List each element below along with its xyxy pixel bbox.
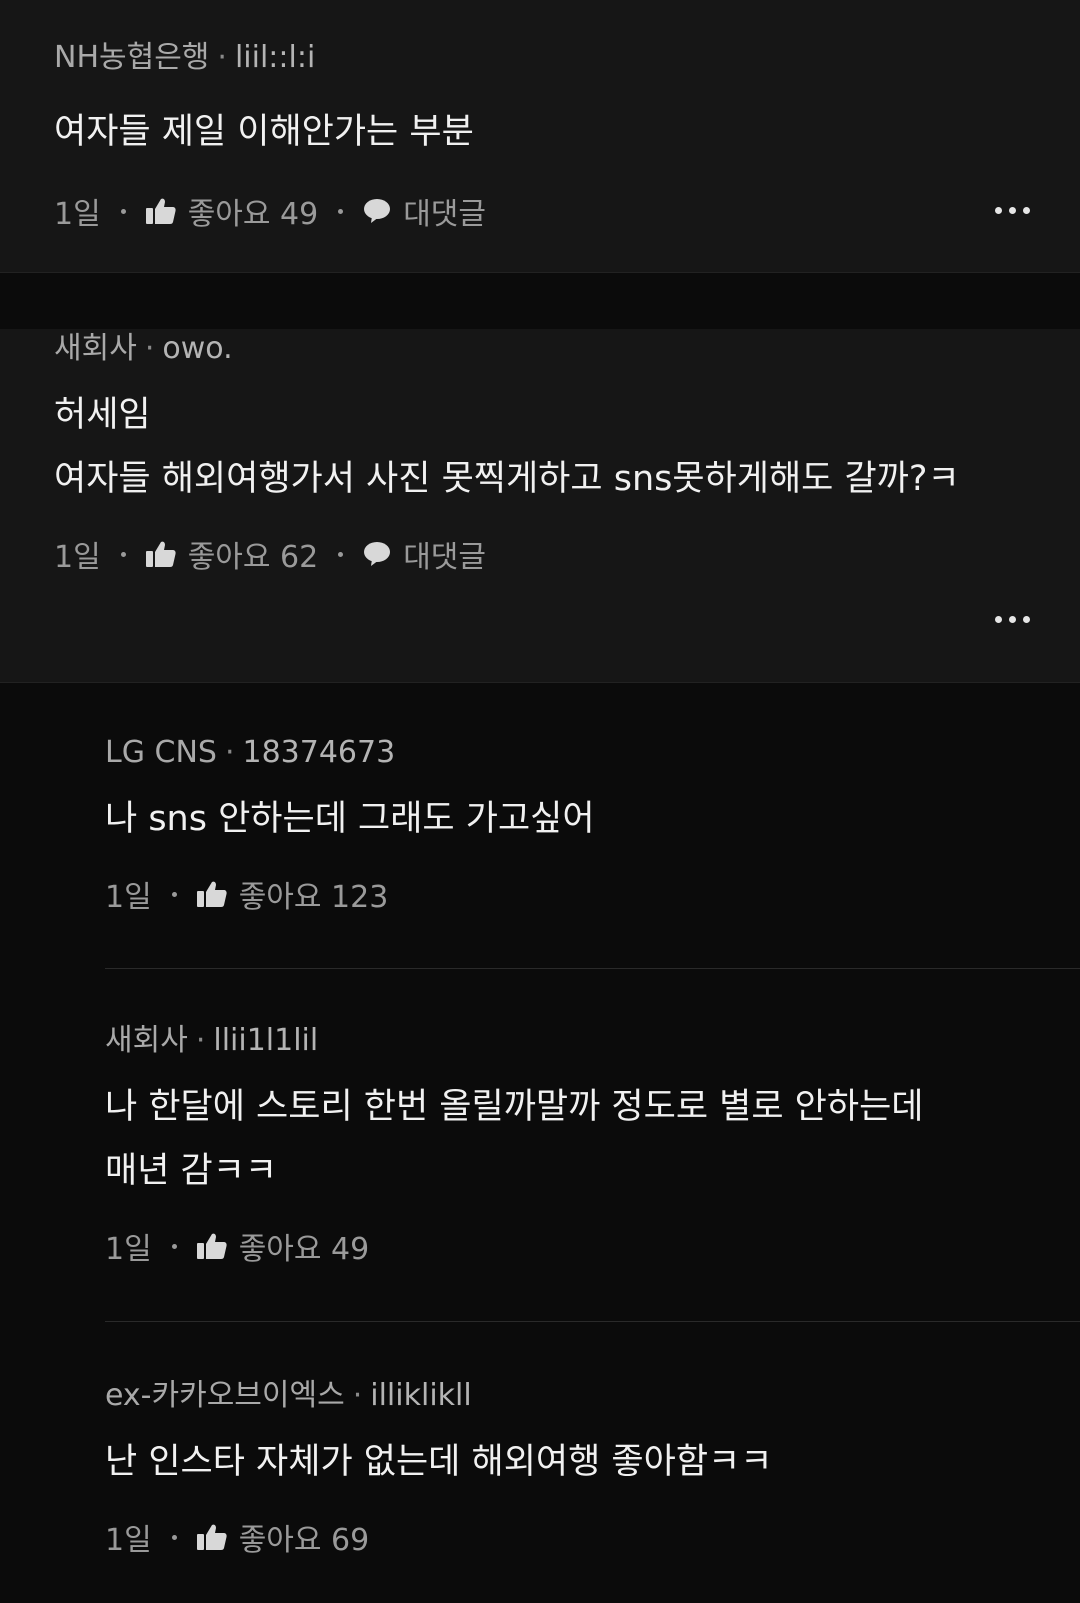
thumbs-up-icon bbox=[196, 1232, 227, 1260]
reply-author[interactable]: 새회사 · llii1l1lil bbox=[105, 1021, 1080, 1061]
reply-line: 나 한달에 스토리 한번 올릴까말까 정도로 별로 안하는데 bbox=[105, 1087, 924, 1127]
action-separator bbox=[171, 1243, 177, 1249]
reply-item: 새회사 · llii1l1lil 나 한달에 스토리 한번 올릴까말까 정도로 별로… bbox=[105, 969, 1080, 1322]
more-options-icon[interactable] bbox=[995, 200, 1030, 220]
comment-actions: 1일 좋아요 62 대댓글 bbox=[54, 533, 1026, 575]
comment-line: 허세임 bbox=[54, 395, 151, 435]
reply-author[interactable]: LG CNS · 18374673 bbox=[105, 733, 1080, 773]
author-nickname: 18374673 bbox=[242, 735, 396, 770]
reply-actions: 1일 좋아요 49 bbox=[105, 1225, 1080, 1267]
reply-item: LG CNS · 18374673 나 sns 안하는데 그래도 가고싶어 1일 좋… bbox=[105, 683, 1080, 969]
reply-time: 1일 bbox=[105, 1523, 152, 1558]
comment-author[interactable]: NH농협은행 · liil::l:i bbox=[54, 38, 1026, 78]
comment-time: 1일 bbox=[54, 540, 101, 575]
author-company: NH농협은행 bbox=[54, 40, 210, 75]
action-separator bbox=[120, 208, 126, 214]
reply-author[interactable]: ex-카카오브이엑스 · illiklikll bbox=[105, 1376, 1080, 1416]
comment-item: NH농협은행 · liil::l:i 여자들 제일 이해안가는 부분 1일 좋아요 … bbox=[0, 0, 1080, 273]
thumbs-up-icon bbox=[145, 540, 176, 568]
author-company: 새회사 bbox=[105, 1023, 188, 1058]
thumbs-up-icon bbox=[145, 197, 176, 225]
reply-button[interactable]: 대댓글 bbox=[363, 532, 486, 576]
author-nickname: illiklikll bbox=[370, 1378, 472, 1413]
reply-time: 1일 bbox=[105, 880, 152, 915]
meta-separator: · bbox=[144, 331, 155, 366]
reply-body: 나 sns 안하는데 그래도 가고싶어 bbox=[105, 787, 1080, 851]
reply-actions: 1일 좋아요 123 bbox=[105, 873, 1080, 915]
author-nickname: llii1l1lil bbox=[213, 1023, 319, 1058]
comment-actions: 1일 좋아요 49 대댓글 bbox=[54, 190, 1026, 232]
comment-body: 허세임 여자들 해외여행가서 사진 못찍게하고 sns못하게해도 갈까?ㅋ bbox=[54, 383, 1026, 511]
reply-body: 난 인스타 자체가 없는데 해외여행 좋아함ㅋㅋ bbox=[105, 1430, 1080, 1494]
meta-separator: · bbox=[352, 1378, 363, 1413]
more-options-icon[interactable] bbox=[995, 609, 1030, 629]
like-button[interactable]: 좋아요 49 bbox=[145, 189, 319, 233]
author-company: LG CNS bbox=[105, 735, 217, 770]
reply-body: 나 한달에 스토리 한번 올릴까말까 정도로 별로 안하는데 매년 감ㅋㅋ bbox=[105, 1075, 1080, 1203]
comment-line: 여자들 해외여행가서 사진 못찍게하고 sns못하게해도 갈까?ㅋ bbox=[54, 459, 960, 499]
action-separator bbox=[171, 1534, 177, 1540]
reply-label: 대댓글 bbox=[403, 540, 487, 575]
comment-line: 여자들 제일 이해안가는 부분 bbox=[54, 112, 474, 152]
like-button[interactable]: 좋아요 49 bbox=[196, 1224, 370, 1268]
reply-label: 대댓글 bbox=[403, 197, 487, 232]
author-company: 새회사 bbox=[54, 331, 137, 366]
reply-line: 나 sns 안하는데 그래도 가고싶어 bbox=[105, 799, 595, 839]
comment-item: 새회사 · owo. 허세임 여자들 해외여행가서 사진 못찍게하고 sns못하게해… bbox=[0, 329, 1080, 683]
like-count: 좋아요 69 bbox=[238, 1523, 370, 1558]
reply-line: 난 인스타 자체가 없는데 해외여행 좋아함ㅋㅋ bbox=[105, 1442, 773, 1482]
reply-time: 1일 bbox=[105, 1232, 152, 1267]
action-separator bbox=[338, 208, 344, 214]
reply-actions: 1일 좋아요 69 bbox=[105, 1516, 1080, 1558]
thumbs-up-icon bbox=[196, 880, 227, 908]
meta-separator: · bbox=[195, 1023, 206, 1058]
comment-author[interactable]: 새회사 · owo. bbox=[54, 329, 1026, 369]
author-nickname: owo. bbox=[162, 331, 233, 366]
like-button[interactable]: 좋아요 123 bbox=[196, 872, 389, 916]
like-count: 좋아요 62 bbox=[187, 540, 319, 575]
reply-button[interactable]: 대댓글 bbox=[363, 189, 486, 233]
author-nickname: liil::l:i bbox=[234, 40, 316, 75]
like-button[interactable]: 좋아요 62 bbox=[145, 532, 319, 576]
comment-body: 여자들 제일 이해안가는 부분 bbox=[54, 100, 1026, 164]
speech-bubble-icon bbox=[363, 198, 391, 224]
action-separator bbox=[120, 551, 126, 557]
like-count: 좋아요 49 bbox=[187, 197, 319, 232]
like-count: 좋아요 49 bbox=[238, 1232, 370, 1267]
action-separator bbox=[338, 551, 344, 557]
reply-line: 매년 감ㅋㅋ bbox=[105, 1151, 278, 1191]
meta-separator: · bbox=[217, 40, 227, 75]
meta-separator: · bbox=[224, 735, 235, 770]
speech-bubble-icon bbox=[363, 541, 391, 567]
like-count: 좋아요 123 bbox=[238, 880, 389, 915]
comment-time: 1일 bbox=[54, 197, 101, 232]
reply-thread: LG CNS · 18374673 나 sns 안하는데 그래도 가고싶어 1일 좋… bbox=[0, 683, 1080, 1603]
author-company: ex-카카오브이엑스 bbox=[105, 1378, 345, 1413]
like-button[interactable]: 좋아요 69 bbox=[196, 1515, 370, 1559]
action-separator bbox=[171, 891, 177, 897]
reply-item: ex-카카오브이엑스 · illiklikll 난 인스타 자체가 없는데 해외여행… bbox=[105, 1322, 1080, 1602]
